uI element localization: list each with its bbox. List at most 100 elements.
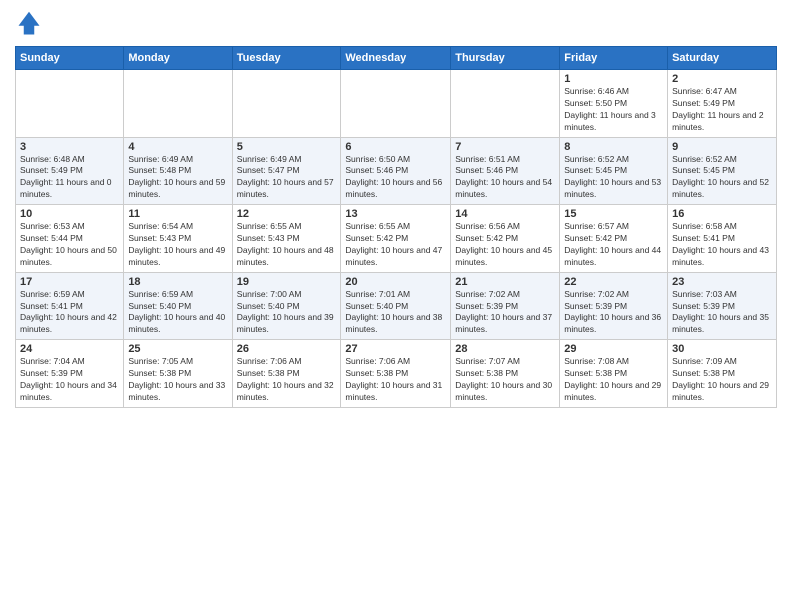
day-number: 10 xyxy=(20,208,119,220)
day-number: 7 xyxy=(455,141,555,153)
day-info: Sunrise: 7:06 AM Sunset: 5:38 PM Dayligh… xyxy=(345,356,446,404)
calendar-cell: 26Sunrise: 7:06 AM Sunset: 5:38 PM Dayli… xyxy=(232,340,341,408)
calendar-cell: 7Sunrise: 6:51 AM Sunset: 5:46 PM Daylig… xyxy=(451,137,560,205)
day-info: Sunrise: 6:55 AM Sunset: 5:42 PM Dayligh… xyxy=(345,221,446,269)
day-info: Sunrise: 6:52 AM Sunset: 5:45 PM Dayligh… xyxy=(672,154,772,202)
day-info: Sunrise: 6:59 AM Sunset: 5:40 PM Dayligh… xyxy=(128,289,227,337)
calendar-cell: 14Sunrise: 6:56 AM Sunset: 5:42 PM Dayli… xyxy=(451,205,560,273)
day-info: Sunrise: 6:58 AM Sunset: 5:41 PM Dayligh… xyxy=(672,221,772,269)
logo xyxy=(15,10,47,38)
day-info: Sunrise: 6:49 AM Sunset: 5:48 PM Dayligh… xyxy=(128,154,227,202)
page: Sunday Monday Tuesday Wednesday Thursday… xyxy=(0,0,792,612)
day-info: Sunrise: 7:02 AM Sunset: 5:39 PM Dayligh… xyxy=(564,289,663,337)
calendar-cell: 28Sunrise: 7:07 AM Sunset: 5:38 PM Dayli… xyxy=(451,340,560,408)
day-info: Sunrise: 6:52 AM Sunset: 5:45 PM Dayligh… xyxy=(564,154,663,202)
day-number: 26 xyxy=(237,343,337,355)
day-number: 11 xyxy=(128,208,227,220)
day-number: 8 xyxy=(564,141,663,153)
day-number: 25 xyxy=(128,343,227,355)
day-info: Sunrise: 6:47 AM Sunset: 5:49 PM Dayligh… xyxy=(672,86,772,134)
day-info: Sunrise: 7:06 AM Sunset: 5:38 PM Dayligh… xyxy=(237,356,337,404)
col-sunday: Sunday xyxy=(16,47,124,70)
calendar-cell: 10Sunrise: 6:53 AM Sunset: 5:44 PM Dayli… xyxy=(16,205,124,273)
day-number: 13 xyxy=(345,208,446,220)
calendar-cell: 24Sunrise: 7:04 AM Sunset: 5:39 PM Dayli… xyxy=(16,340,124,408)
calendar-row-4: 17Sunrise: 6:59 AM Sunset: 5:41 PM Dayli… xyxy=(16,272,777,340)
calendar-cell: 12Sunrise: 6:55 AM Sunset: 5:43 PM Dayli… xyxy=(232,205,341,273)
day-info: Sunrise: 6:59 AM Sunset: 5:41 PM Dayligh… xyxy=(20,289,119,337)
col-saturday: Saturday xyxy=(668,47,777,70)
calendar: Sunday Monday Tuesday Wednesday Thursday… xyxy=(15,46,777,408)
day-info: Sunrise: 7:07 AM Sunset: 5:38 PM Dayligh… xyxy=(455,356,555,404)
day-number: 18 xyxy=(128,276,227,288)
calendar-cell: 22Sunrise: 7:02 AM Sunset: 5:39 PM Dayli… xyxy=(560,272,668,340)
day-number: 23 xyxy=(672,276,772,288)
calendar-cell: 29Sunrise: 7:08 AM Sunset: 5:38 PM Dayli… xyxy=(560,340,668,408)
day-number: 1 xyxy=(564,73,663,85)
day-info: Sunrise: 6:51 AM Sunset: 5:46 PM Dayligh… xyxy=(455,154,555,202)
col-wednesday: Wednesday xyxy=(341,47,451,70)
day-number: 29 xyxy=(564,343,663,355)
calendar-cell: 6Sunrise: 6:50 AM Sunset: 5:46 PM Daylig… xyxy=(341,137,451,205)
day-info: Sunrise: 6:57 AM Sunset: 5:42 PM Dayligh… xyxy=(564,221,663,269)
calendar-cell: 16Sunrise: 6:58 AM Sunset: 5:41 PM Dayli… xyxy=(668,205,777,273)
calendar-cell: 13Sunrise: 6:55 AM Sunset: 5:42 PM Dayli… xyxy=(341,205,451,273)
day-number: 14 xyxy=(455,208,555,220)
calendar-cell: 30Sunrise: 7:09 AM Sunset: 5:38 PM Dayli… xyxy=(668,340,777,408)
header xyxy=(15,10,777,38)
logo-icon xyxy=(15,10,43,38)
calendar-cell xyxy=(451,70,560,138)
day-info: Sunrise: 6:55 AM Sunset: 5:43 PM Dayligh… xyxy=(237,221,337,269)
day-number: 22 xyxy=(564,276,663,288)
calendar-cell: 11Sunrise: 6:54 AM Sunset: 5:43 PM Dayli… xyxy=(124,205,232,273)
col-monday: Monday xyxy=(124,47,232,70)
calendar-cell: 25Sunrise: 7:05 AM Sunset: 5:38 PM Dayli… xyxy=(124,340,232,408)
day-info: Sunrise: 7:00 AM Sunset: 5:40 PM Dayligh… xyxy=(237,289,337,337)
day-number: 9 xyxy=(672,141,772,153)
day-info: Sunrise: 6:46 AM Sunset: 5:50 PM Dayligh… xyxy=(564,86,663,134)
calendar-cell: 9Sunrise: 6:52 AM Sunset: 5:45 PM Daylig… xyxy=(668,137,777,205)
day-info: Sunrise: 7:01 AM Sunset: 5:40 PM Dayligh… xyxy=(345,289,446,337)
day-number: 16 xyxy=(672,208,772,220)
day-number: 28 xyxy=(455,343,555,355)
day-info: Sunrise: 6:48 AM Sunset: 5:49 PM Dayligh… xyxy=(20,154,119,202)
calendar-cell xyxy=(341,70,451,138)
day-info: Sunrise: 7:04 AM Sunset: 5:39 PM Dayligh… xyxy=(20,356,119,404)
calendar-cell: 17Sunrise: 6:59 AM Sunset: 5:41 PM Dayli… xyxy=(16,272,124,340)
calendar-row-1: 1Sunrise: 6:46 AM Sunset: 5:50 PM Daylig… xyxy=(16,70,777,138)
day-info: Sunrise: 6:56 AM Sunset: 5:42 PM Dayligh… xyxy=(455,221,555,269)
calendar-cell: 1Sunrise: 6:46 AM Sunset: 5:50 PM Daylig… xyxy=(560,70,668,138)
calendar-row-2: 3Sunrise: 6:48 AM Sunset: 5:49 PM Daylig… xyxy=(16,137,777,205)
day-info: Sunrise: 6:54 AM Sunset: 5:43 PM Dayligh… xyxy=(128,221,227,269)
day-info: Sunrise: 6:50 AM Sunset: 5:46 PM Dayligh… xyxy=(345,154,446,202)
day-number: 20 xyxy=(345,276,446,288)
day-info: Sunrise: 7:08 AM Sunset: 5:38 PM Dayligh… xyxy=(564,356,663,404)
calendar-cell: 8Sunrise: 6:52 AM Sunset: 5:45 PM Daylig… xyxy=(560,137,668,205)
day-info: Sunrise: 6:53 AM Sunset: 5:44 PM Dayligh… xyxy=(20,221,119,269)
day-number: 5 xyxy=(237,141,337,153)
col-thursday: Thursday xyxy=(451,47,560,70)
day-number: 17 xyxy=(20,276,119,288)
calendar-cell: 18Sunrise: 6:59 AM Sunset: 5:40 PM Dayli… xyxy=(124,272,232,340)
day-number: 4 xyxy=(128,141,227,153)
calendar-cell: 21Sunrise: 7:02 AM Sunset: 5:39 PM Dayli… xyxy=(451,272,560,340)
calendar-cell: 5Sunrise: 6:49 AM Sunset: 5:47 PM Daylig… xyxy=(232,137,341,205)
day-number: 2 xyxy=(672,73,772,85)
calendar-cell: 20Sunrise: 7:01 AM Sunset: 5:40 PM Dayli… xyxy=(341,272,451,340)
calendar-cell: 3Sunrise: 6:48 AM Sunset: 5:49 PM Daylig… xyxy=(16,137,124,205)
calendar-cell xyxy=(232,70,341,138)
day-info: Sunrise: 7:03 AM Sunset: 5:39 PM Dayligh… xyxy=(672,289,772,337)
calendar-cell: 15Sunrise: 6:57 AM Sunset: 5:42 PM Dayli… xyxy=(560,205,668,273)
calendar-cell: 19Sunrise: 7:00 AM Sunset: 5:40 PM Dayli… xyxy=(232,272,341,340)
day-number: 19 xyxy=(237,276,337,288)
day-info: Sunrise: 6:49 AM Sunset: 5:47 PM Dayligh… xyxy=(237,154,337,202)
day-number: 27 xyxy=(345,343,446,355)
calendar-cell xyxy=(124,70,232,138)
weekday-header-row: Sunday Monday Tuesday Wednesday Thursday… xyxy=(16,47,777,70)
col-tuesday: Tuesday xyxy=(232,47,341,70)
day-number: 21 xyxy=(455,276,555,288)
calendar-row-3: 10Sunrise: 6:53 AM Sunset: 5:44 PM Dayli… xyxy=(16,205,777,273)
day-info: Sunrise: 7:05 AM Sunset: 5:38 PM Dayligh… xyxy=(128,356,227,404)
calendar-row-5: 24Sunrise: 7:04 AM Sunset: 5:39 PM Dayli… xyxy=(16,340,777,408)
day-info: Sunrise: 7:09 AM Sunset: 5:38 PM Dayligh… xyxy=(672,356,772,404)
